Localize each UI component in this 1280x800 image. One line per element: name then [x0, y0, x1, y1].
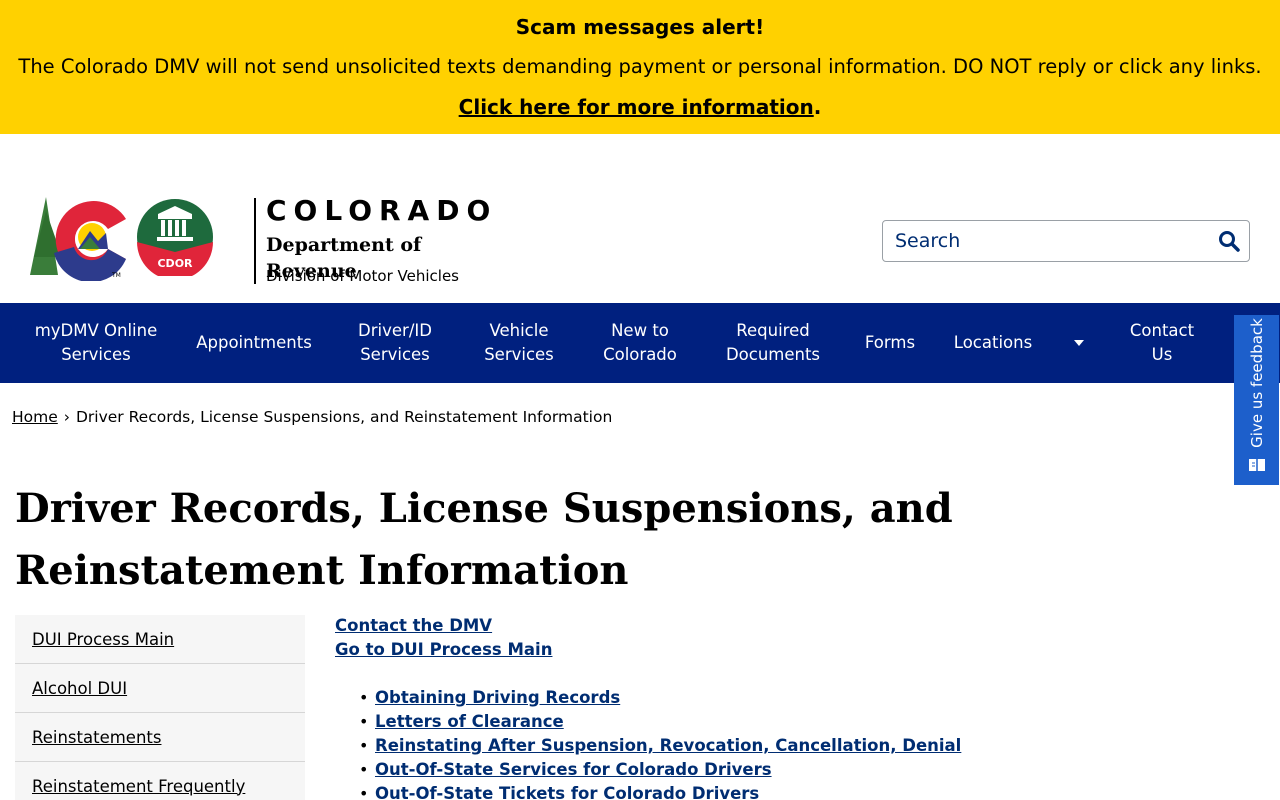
breadcrumb-current: Driver Records, License Suspensions, and… [75, 408, 613, 426]
trademark-mark: TM [111, 272, 121, 279]
contact-dmv-link[interactable]: Contact the DMV [335, 614, 1235, 638]
nav-appointments[interactable]: Appointments [188, 303, 320, 383]
reinstating-after-suspension-link[interactable]: Reinstating After Suspension, Revocation… [375, 736, 961, 755]
sidebar-item-reinstatement-faq[interactable]: Reinstatement Frequently [15, 762, 305, 800]
main-navigation: myDMV Online Services Appointments Drive… [0, 303, 1280, 383]
sidebar-item-reinstatements[interactable]: Reinstatements [15, 713, 305, 762]
breadcrumb: Home › Driver Records, License Suspensions… [12, 406, 612, 428]
list-item: Reinstating After Suspension, Revocation… [359, 734, 1235, 758]
nav-mydmv-online-services[interactable]: myDMV Online Services [26, 303, 166, 383]
seal-text: CDOR [157, 257, 193, 270]
nav-locations-dropdown-toggle[interactable] [1070, 303, 1088, 383]
search-button[interactable] [1215, 227, 1243, 255]
nav-vehicle-services[interactable]: Vehicle Services [472, 303, 566, 383]
page-title: Driver Records, License Suspensions, and… [15, 485, 953, 594]
alert-link-suffix: . [813, 95, 822, 119]
feedback-book-icon [1249, 459, 1265, 471]
sidebar-item-label: DUI Process Main [32, 629, 175, 649]
list-item: Out-Of-State Tickets for Colorado Driver… [359, 782, 1235, 800]
caret-down-icon [1074, 340, 1084, 346]
search-input[interactable] [883, 221, 1203, 261]
feedback-tab[interactable]: Give us feedback [1234, 315, 1279, 485]
alert-text: The Colorado DMV will not send unsolicit… [18, 55, 1262, 78]
nav-locations[interactable]: Locations [946, 303, 1040, 383]
letters-of-clearance-link[interactable]: Letters of Clearance [375, 712, 564, 731]
scam-alert-banner: Scam messages alert! The Colorado DMV wi… [0, 0, 1280, 134]
sidebar-nav: DUI Process Main Alcohol DUI Reinstateme… [15, 615, 305, 800]
nav-driver-id-services[interactable]: Driver/ID Services [346, 303, 444, 383]
site-search [882, 220, 1250, 262]
alert-more-info-link[interactable]: Click here for more information [459, 95, 814, 119]
cdor-seal-icon: CDOR [137, 199, 213, 276]
dui-process-main-link[interactable]: Go to DUI Process Main [335, 638, 1235, 662]
sidebar-item-alcohol-dui[interactable]: Alcohol DUI [15, 664, 305, 713]
breadcrumb-separator: › [63, 408, 70, 426]
breadcrumb-home-link[interactable]: Home [12, 408, 58, 426]
alert-link-line: Click here for more information. [0, 95, 1280, 119]
top-links: Contact the DMV Go to DUI Process Main [335, 614, 1235, 662]
sidebar-item-label: Reinstatement Frequently [32, 776, 246, 796]
nav-contact-us[interactable]: Contact Us [1122, 303, 1202, 383]
main-content: Contact the DMV Go to DUI Process Main O… [335, 614, 1235, 800]
sidebar-item-label: Alcohol DUI [32, 678, 128, 698]
out-of-state-services-link[interactable]: Out-Of-State Services for Colorado Drive… [375, 760, 772, 779]
topic-list: Obtaining Driving Records Letters of Cle… [335, 686, 1235, 800]
colorado-c-logo-icon: TM [30, 197, 126, 281]
sidebar-item-dui-process-main[interactable]: DUI Process Main [15, 615, 305, 664]
alert-title: Scam messages alert! [515, 15, 765, 39]
cdor-dmv-logo[interactable]: TM CDOR COLORADO Department of Revenue D… [28, 192, 498, 288]
logo-state-name: COLORADO [266, 194, 498, 227]
list-item: Out-Of-State Services for Colorado Drive… [359, 758, 1235, 782]
obtaining-driving-records-link[interactable]: Obtaining Driving Records [375, 688, 620, 707]
logo-divider [254, 198, 256, 284]
logo-division: Division of Motor Vehicles [266, 267, 459, 285]
nav-forms[interactable]: Forms [856, 303, 924, 383]
nav-required-documents[interactable]: Required Documents [716, 303, 830, 383]
list-item: Letters of Clearance [359, 710, 1235, 734]
list-item: Obtaining Driving Records [359, 686, 1235, 710]
feedback-label: Give us feedback [1247, 318, 1266, 448]
search-icon [1219, 231, 1240, 252]
nav-new-to-colorado[interactable]: New to Colorado [594, 303, 686, 383]
sidebar-item-label: Reinstatements [32, 727, 162, 747]
out-of-state-tickets-link[interactable]: Out-Of-State Tickets for Colorado Driver… [375, 784, 759, 800]
